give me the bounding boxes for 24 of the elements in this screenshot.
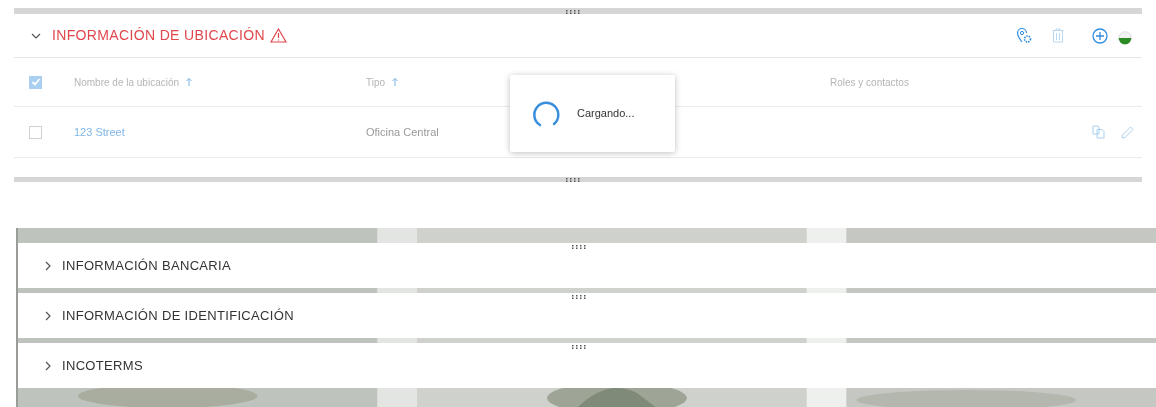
location-settings-icon[interactable] (1016, 27, 1032, 44)
drag-handle-icon[interactable] (566, 178, 580, 182)
status-half-circle-icon (1118, 30, 1132, 45)
section-title: INFORMACIÓN DE IDENTIFICACIÓN (62, 306, 294, 325)
location-link[interactable]: 123 Street (74, 123, 125, 141)
drag-handle-icon[interactable] (572, 245, 586, 249)
column-header[interactable]: Nombre de la ubicación (74, 74, 194, 90)
section-title: INCOTERMS (62, 356, 143, 375)
table-cell-text: Oficina Central (366, 124, 439, 140)
section-header[interactable]: INFORMACIÓN DE UBICACIÓN (14, 14, 1142, 58)
add-icon[interactable] (1092, 27, 1108, 44)
section-title: INFORMACIÓN BANCARIA (62, 256, 231, 275)
checkbox[interactable] (29, 125, 42, 139)
loading-text: Cargando... (577, 106, 635, 122)
section-title: INFORMACIÓN DE UBICACIÓN (52, 26, 265, 45)
section-header[interactable]: INFORMACIÓN DE IDENTIFICACIÓN (18, 293, 1156, 338)
section-header[interactable]: INCOTERMS (18, 343, 1156, 388)
drag-handle-icon[interactable] (566, 10, 580, 14)
column-header[interactable]: Tipo (366, 74, 400, 90)
column-header[interactable]: Roles y contactos (830, 74, 909, 90)
section-header[interactable]: INFORMACIÓN BANCARIA (18, 243, 1156, 288)
drag-handle-icon[interactable] (572, 295, 586, 299)
drag-handle-icon[interactable] (572, 345, 586, 349)
checkbox[interactable] (29, 75, 42, 89)
